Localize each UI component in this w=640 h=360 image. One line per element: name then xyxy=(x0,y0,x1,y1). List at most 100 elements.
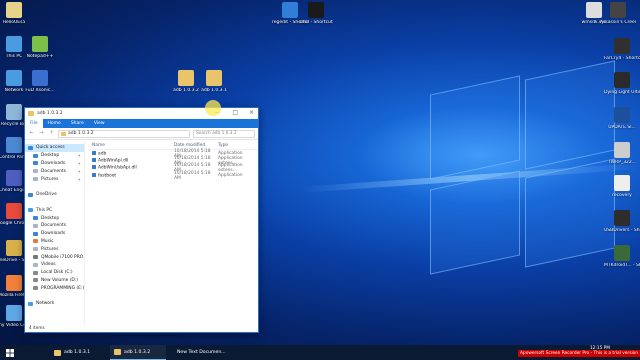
nav-item-icon xyxy=(33,223,38,228)
desktop-icon[interactable]: TWRP_322... xyxy=(604,142,640,166)
nav-item-label: PROGRAMMING (E:) xyxy=(41,285,85,291)
desktop-icon[interactable]: adb 1.0.3.1 xyxy=(196,70,232,94)
nav-item-label: Documents xyxy=(41,168,67,174)
shortcut-icon xyxy=(614,107,630,123)
cursor-highlight xyxy=(205,100,221,116)
desktop-icon[interactable]: FarCry4 - Shortcut xyxy=(604,38,640,62)
up-icon[interactable]: ↑ xyxy=(48,130,55,137)
nav-item[interactable]: New Volume (D:) xyxy=(25,277,84,285)
window-title: adb 1.0.3.2 xyxy=(37,111,63,116)
title-bar[interactable]: adb 1.0.3.2 — □ × xyxy=(25,108,258,119)
nav-item[interactable]: QMobile i7100 PRO xyxy=(25,253,84,261)
nav-item[interactable]: Videos xyxy=(25,261,84,269)
folder-icon xyxy=(61,131,66,136)
desktop-icon-label: FarCry4 - Shortcut xyxy=(604,56,640,61)
shortcut-icon xyxy=(308,2,324,18)
nav-item[interactable]: Downloads ✶ xyxy=(25,160,84,168)
desktop-icon[interactable]: USBDrivers - Shortcut xyxy=(604,210,640,234)
nav-item[interactable]: Desktop ✶ xyxy=(25,152,84,160)
address-bar[interactable]: adb 1.0.3.2 xyxy=(58,129,190,138)
desktop-icon-label: FuD Xsonic... xyxy=(25,88,55,93)
nav-item[interactable]: Network xyxy=(25,300,84,308)
window-pane xyxy=(430,75,520,180)
desktop-icon-label: Notepad++ xyxy=(26,54,54,59)
nav-item[interactable]: PROGRAMMING (E:) xyxy=(25,284,84,292)
nav-item-icon xyxy=(33,239,38,244)
nav-item-icon xyxy=(33,278,38,283)
desktop-icon[interactable]: UPDATE Sl... xyxy=(604,107,640,131)
tab-home[interactable]: Home xyxy=(43,119,66,128)
nav-item[interactable]: Pictures ✶ xyxy=(25,175,84,183)
search-input[interactable]: Search adb 1.0.3.2 xyxy=(193,129,255,138)
close-button[interactable]: × xyxy=(249,109,254,116)
taskbar-item[interactable]: adb 1.0.3.2 xyxy=(110,345,166,360)
desktop-icon[interactable]: FuD Xsonic... xyxy=(22,70,58,94)
desktop-icon[interactable]: Notepad++ xyxy=(22,36,58,60)
desktop-icon[interactable]: MTKdroidT... - Shortcut xyxy=(604,245,640,269)
shortcut-icon xyxy=(6,203,22,219)
pin-icon: ✶ xyxy=(77,168,81,174)
column-name[interactable]: Name xyxy=(88,143,174,148)
nav-item[interactable]: This PC xyxy=(25,206,84,214)
nav-item-label: Pictures xyxy=(41,246,59,252)
back-icon[interactable]: ← xyxy=(28,130,35,137)
desktop-icon[interactable]: cmd - Shortcut xyxy=(298,2,334,26)
maximize-button[interactable]: □ xyxy=(232,109,238,116)
nav-item-label: Local Disk (C:) xyxy=(41,270,73,276)
nav-item[interactable]: Documents ✶ xyxy=(25,167,84,175)
nav-item[interactable]: OneDrive xyxy=(25,191,84,199)
taskbar-item[interactable]: adb 1.0.3.1 xyxy=(50,345,106,360)
window-pane xyxy=(430,170,520,275)
file-icon xyxy=(92,165,96,170)
desktop-icon-label: UPDATE Sl... xyxy=(608,125,636,130)
nav-item[interactable]: Documents xyxy=(25,222,84,230)
desktop-icon[interactable]: Assassin's Creed Bla... xyxy=(600,2,636,26)
nav-item[interactable]: Pictures xyxy=(25,245,84,253)
forward-icon[interactable]: → xyxy=(38,130,45,137)
tab-view[interactable]: View xyxy=(89,119,110,128)
folder-icon xyxy=(54,349,61,356)
file-list[interactable]: Name Date modified Type adb 10/18/2014 5:… xyxy=(85,141,258,324)
file-name: fastboot xyxy=(98,173,117,179)
nav-item-label: Desktop xyxy=(41,153,60,159)
desktop-icon[interactable]: HelloUEs5 xyxy=(0,2,32,26)
file-row[interactable]: AdbWinUsbApi.dll 10/18/2014 5:18 AM Applic… xyxy=(88,163,258,173)
nav-item[interactable]: Local Disk (C:) xyxy=(25,269,84,277)
file-row[interactable]: fastboot 10/18/2014 5:18 AM Application xyxy=(88,171,258,181)
taskbar-item-label: adb 1.0.3.1 xyxy=(64,350,91,355)
shortcut-icon xyxy=(610,2,626,18)
nav-item[interactable]: Desktop xyxy=(25,214,84,222)
shortcut-icon xyxy=(6,36,22,52)
nav-item-icon xyxy=(28,208,33,213)
nav-item-label: Downloads xyxy=(41,160,66,166)
start-button[interactable] xyxy=(0,345,20,360)
trial-watermark: Apowersoft Screen Recorder Pro - This is… xyxy=(518,350,640,357)
column-type[interactable]: Type xyxy=(218,143,258,148)
column-date-modified[interactable]: Date modified xyxy=(174,143,218,148)
nav-item-icon xyxy=(28,192,33,197)
nav-item-icon xyxy=(33,153,38,158)
nav-item-icon xyxy=(28,145,33,150)
windows-logo-icon xyxy=(6,348,14,357)
desktop-icon-label: adb 1.0.3.1 xyxy=(201,88,227,93)
desktop-icon[interactable]: Dying Light Ultimate F... xyxy=(604,72,640,96)
nav-item-label: New Volume (D:) xyxy=(41,277,78,283)
nav-item[interactable]: Downloads xyxy=(25,230,84,238)
shortcut-icon xyxy=(614,38,630,54)
nav-item-label: Quick access xyxy=(36,145,65,151)
file-explorer-window[interactable]: adb 1.0.3.2 — □ × File Home Share View ←… xyxy=(24,107,259,333)
tab-share[interactable]: Share xyxy=(66,119,89,128)
file-name-cell: adb xyxy=(88,150,174,156)
shortcut-icon xyxy=(6,70,22,86)
desktop-icon[interactable]: recovery xyxy=(604,175,640,199)
nav-item-icon xyxy=(33,231,38,236)
desktop-icon-label: MTKdroidT... - Shortcut xyxy=(604,263,640,268)
navigation-pane[interactable]: Quick access Desktop ✶ Downloads ✶ Documents ✶… xyxy=(25,141,85,324)
nav-item[interactable]: Quick access xyxy=(25,144,84,152)
tab-file[interactable]: File xyxy=(25,119,43,128)
nav-item[interactable]: Music xyxy=(25,238,84,246)
nav-item-icon xyxy=(33,177,38,182)
address-path: adb 1.0.3.2 xyxy=(68,131,94,136)
ribbon-tabs: File Home Share View xyxy=(25,119,258,128)
taskbar-item[interactable]: New Text Documen... xyxy=(170,345,226,360)
